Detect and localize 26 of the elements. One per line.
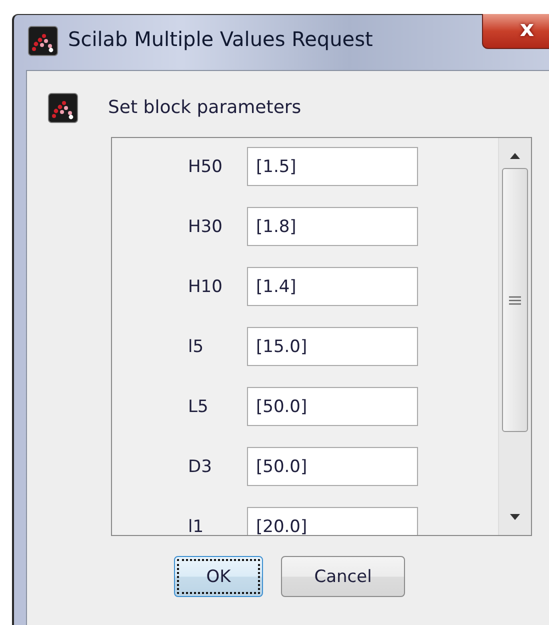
app-logo-icon xyxy=(28,26,58,56)
parameter-field[interactable]: [1.8] xyxy=(247,207,418,246)
parameter-field[interactable]: [50.0] xyxy=(247,387,418,426)
dialog-heading: Set block parameters xyxy=(108,97,302,118)
close-button[interactable]: x xyxy=(482,14,549,49)
scroll-thumb[interactable] xyxy=(502,168,528,432)
scrollbar[interactable] xyxy=(498,138,531,535)
parameter-field[interactable]: [1.5] xyxy=(247,147,418,186)
parameter-label: H10 xyxy=(188,276,224,296)
parameter-label: l1 xyxy=(188,516,205,535)
parameter-field[interactable]: [50.0] xyxy=(247,447,418,486)
parameter-field[interactable]: [15.0] xyxy=(247,327,418,366)
scroll-down-icon[interactable] xyxy=(509,513,521,521)
parameter-label: l5 xyxy=(188,336,205,356)
window-title: Scilab Multiple Values Request xyxy=(68,27,373,51)
parameter-field[interactable]: [1.4] xyxy=(247,267,418,306)
parameter-field[interactable]: [20.0] xyxy=(247,507,418,535)
parameter-label: H30 xyxy=(188,216,224,236)
cancel-button[interactable]: Cancel xyxy=(281,556,405,597)
parameter-label: D3 xyxy=(188,456,213,476)
parameter-label: H50 xyxy=(188,156,224,176)
scroll-up-icon[interactable] xyxy=(509,152,521,160)
ok-button[interactable]: OK xyxy=(174,556,263,597)
app-logo-icon xyxy=(48,92,78,122)
grip-icon xyxy=(509,296,521,304)
parameter-label: L5 xyxy=(188,396,210,416)
